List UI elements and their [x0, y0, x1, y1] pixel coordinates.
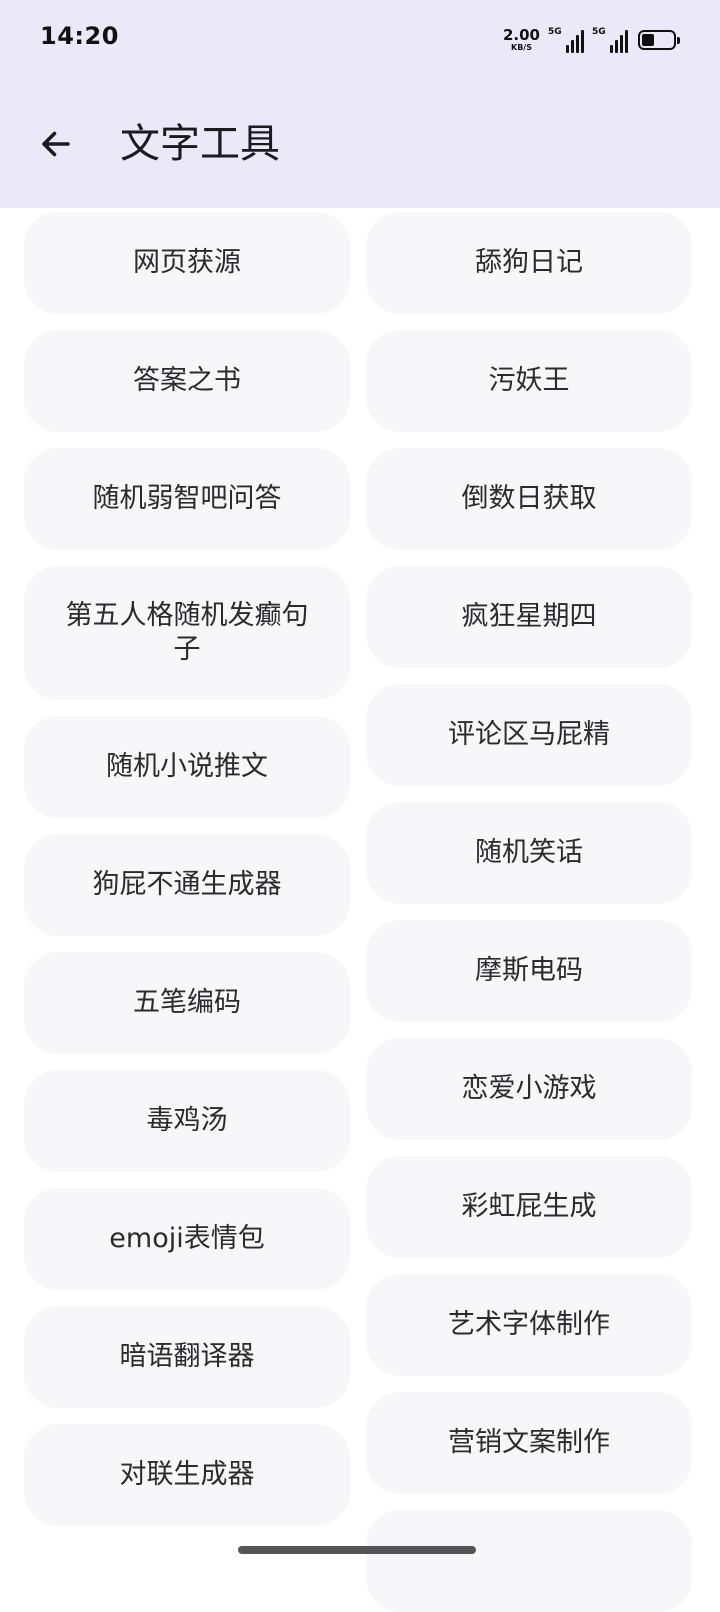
- tool-card[interactable]: 第五人格随机发癫句子: [24, 566, 350, 700]
- tool-card[interactable]: 评论区马屁精: [366, 684, 692, 786]
- signal-label: 5G: [592, 27, 606, 37]
- tool-card[interactable]: 随机弱智吧问答: [24, 448, 350, 550]
- tool-card[interactable]: 舔狗日记: [366, 212, 692, 314]
- tool-list-left: 网页获源 答案之书 随机弱智吧问答 第五人格随机发癫句子 随机小说推文 狗屁不通…: [24, 212, 350, 1526]
- signal-icon: 5G: [592, 27, 628, 53]
- tool-list-right: 舔狗日记 污妖王 倒数日获取 疯狂星期四 评论区马屁精 随机笑话 摩斯电码 恋爱…: [366, 212, 692, 1612]
- tool-card[interactable]: 暗语翻译器: [24, 1306, 350, 1408]
- tool-card[interactable]: 狗屁不通生成器: [24, 834, 350, 936]
- app-bar: 14:20 2.00 KB/S 5G 5G 文字工具: [0, 0, 720, 208]
- network-speed-value: 2.00: [502, 26, 540, 44]
- tool-card[interactable]: 污妖王: [366, 330, 692, 432]
- signal-icon: 5G: [548, 27, 584, 53]
- tool-card[interactable]: 随机笑话: [366, 802, 692, 904]
- tool-card[interactable]: 恋爱小游戏: [366, 1038, 692, 1140]
- page-title: 文字工具: [120, 121, 280, 167]
- network-speed: 2.00 KB/S: [503, 28, 540, 52]
- tool-card[interactable]: [366, 1510, 692, 1612]
- tool-card[interactable]: 摩斯电码: [366, 920, 692, 1022]
- tool-card[interactable]: 彩虹屁生成: [366, 1156, 692, 1258]
- tool-card[interactable]: 疯狂星期四: [366, 566, 692, 668]
- tool-card[interactable]: 随机小说推文: [24, 716, 350, 818]
- tool-card[interactable]: 艺术字体制作: [366, 1274, 692, 1376]
- back-button[interactable]: [30, 118, 82, 170]
- tool-card[interactable]: 营销文案制作: [366, 1392, 692, 1494]
- battery-icon: [638, 30, 680, 50]
- tool-card[interactable]: 网页获源: [24, 212, 350, 314]
- status-icons: 2.00 KB/S 5G 5G: [503, 24, 680, 56]
- status-time: 14:20: [40, 22, 119, 50]
- network-speed-unit: KB/S: [511, 43, 532, 52]
- battery-level: [642, 34, 654, 46]
- tool-card[interactable]: 答案之书: [24, 330, 350, 432]
- tool-card[interactable]: 五笔编码: [24, 952, 350, 1054]
- tool-card[interactable]: emoji表情包: [24, 1188, 350, 1290]
- arrow-left-icon: [42, 131, 70, 157]
- tool-card[interactable]: 对联生成器: [24, 1424, 350, 1526]
- tool-card[interactable]: 毒鸡汤: [24, 1070, 350, 1172]
- home-indicator[interactable]: [238, 1546, 476, 1554]
- signal-label: 5G: [548, 27, 562, 37]
- tool-card[interactable]: 倒数日获取: [366, 448, 692, 550]
